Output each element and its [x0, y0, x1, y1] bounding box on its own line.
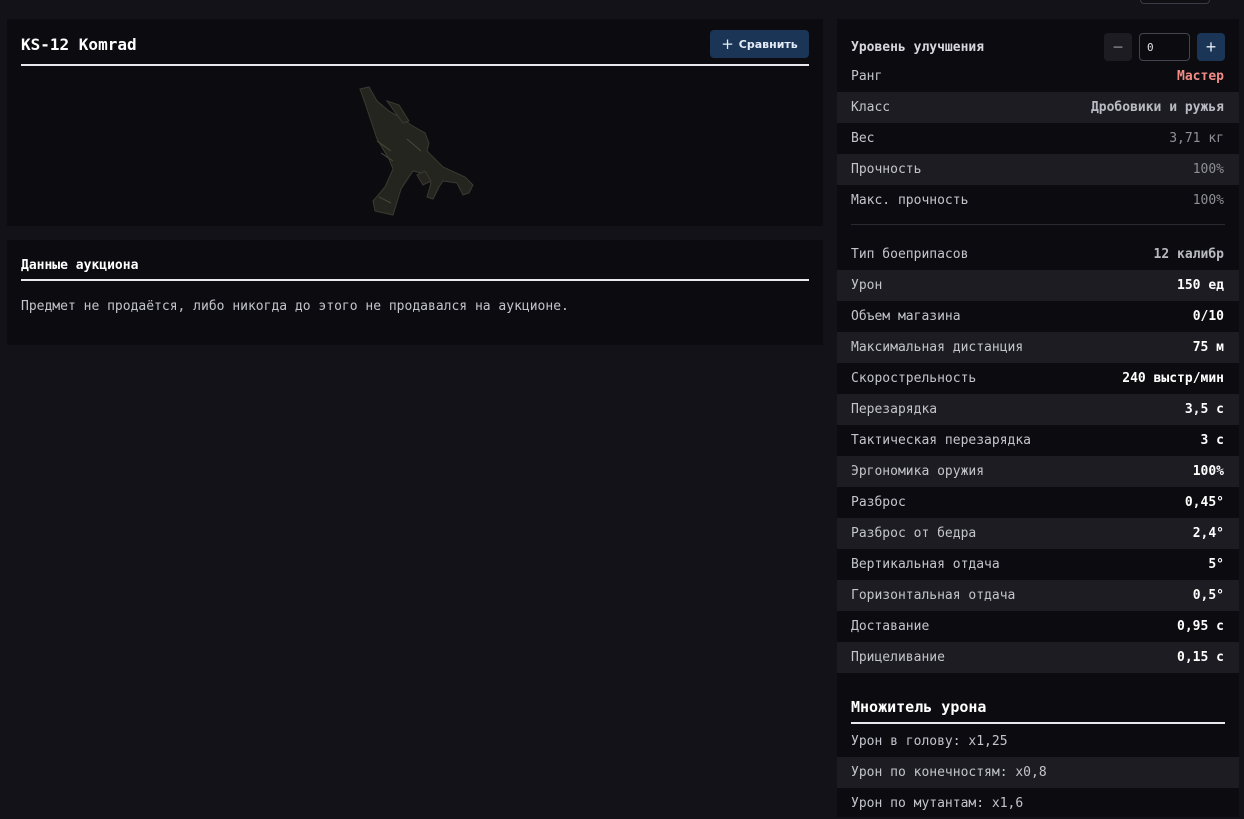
damage-multiplier-title: Множитель урона [851, 698, 987, 716]
multiplier-row: Урон по мутантам: x1,6 [837, 788, 1239, 819]
stat-label: Скорострельность [851, 371, 977, 386]
upgrade-decrease-button[interactable]: − [1104, 33, 1132, 61]
stat-label: Доставание [851, 619, 930, 634]
stat-label: Максимальная дистанция [851, 340, 1024, 355]
stat-value: 240 выстр/мин [1122, 371, 1224, 386]
stat-value: 150 ед [1177, 278, 1224, 293]
item-card: KS-12 Komrad + Сравнить [7, 19, 823, 226]
weapon-image [359, 86, 474, 216]
stat-label: Эргономика оружия [851, 464, 985, 479]
stat-value: 3 с [1200, 433, 1224, 448]
stat-label: Тип боеприпасов [851, 247, 969, 262]
top-search-field[interactable] [1140, 0, 1210, 4]
stat-row: Перезарядка 3,5 с [837, 394, 1239, 425]
plus-icon: + [721, 34, 734, 53]
stat-value: 3,5 с [1184, 402, 1224, 417]
upgrade-level-input[interactable] [1139, 33, 1190, 61]
stat-row: Тип боеприпасов 12 калибр [837, 239, 1239, 270]
stat-row: Вертикальная отдача 5° [837, 549, 1239, 580]
stat-label: Прочность [851, 162, 922, 177]
plus-icon: + [1205, 36, 1217, 57]
section-divider [851, 224, 1225, 225]
stat-row: Урон 150 ед [837, 270, 1239, 301]
auction-message: Предмет не продаётся, либо никогда до эт… [21, 299, 569, 314]
stat-label: Разброс [851, 495, 906, 510]
stat-label: Разброс от бедра [851, 526, 977, 541]
multiplier-row: Урон в голову: x1,25 [837, 726, 1239, 757]
stat-value: 0,15 с [1177, 650, 1224, 665]
stat-row-max-durability: Макс. прочность 100% [837, 185, 1239, 216]
stat-label: Тактическая перезарядка [851, 433, 1032, 448]
basic-stats-list: Ранг Мастер Класс Дробовики и ружья Вес … [837, 61, 1239, 216]
stat-value: 0,95 с [1177, 619, 1224, 634]
stat-value: 75 м [1192, 340, 1224, 355]
stat-value: 3,71 кг [1169, 131, 1224, 146]
multiplier-divider [851, 722, 1225, 724]
stat-value: 5° [1208, 557, 1224, 572]
stat-row: Объем магазина 0/10 [837, 301, 1239, 332]
stat-row: Разброс 0,45° [837, 487, 1239, 518]
damage-multiplier-list: Урон в голову: x1,25 Урон по конечностям… [837, 726, 1239, 819]
stat-label: Вес [851, 131, 875, 146]
stat-label: Вертикальная отдача [851, 557, 1000, 572]
stat-label: Урон [851, 278, 883, 293]
auction-title: Данные аукциона [21, 258, 139, 273]
multiplier-text: Урон по конечностям: x0,8 [851, 765, 1047, 780]
stat-label: Макс. прочность [851, 193, 969, 208]
stat-row: Тактическая перезарядка 3 с [837, 425, 1239, 456]
item-title: KS-12 Komrad [21, 35, 137, 54]
stat-row-durability: Прочность 100% [837, 154, 1239, 185]
multiplier-text: Урон в голову: x1,25 [851, 734, 1008, 749]
stat-row: Максимальная дистанция 75 м [837, 332, 1239, 363]
stat-label: Перезарядка [851, 402, 938, 417]
stat-value: Дробовики и ружья [1090, 100, 1224, 115]
stat-label: Объем магазина [851, 309, 961, 324]
weapon-stats-list: Тип боеприпасов 12 калибр Урон 150 ед Объе… [837, 239, 1239, 673]
stat-row: Горизонтальная отдача 0,5° [837, 580, 1239, 611]
stat-value: 0/10 [1192, 309, 1224, 324]
stat-row: Скорострельность 240 выстр/мин [837, 363, 1239, 394]
stat-row: Эргономика оружия 100% [837, 456, 1239, 487]
stats-panel: Уровень улучшения − + Ранг Мастер Класс … [837, 19, 1239, 817]
stat-value: 100% [1192, 162, 1224, 177]
stat-value: 12 калибр [1153, 247, 1224, 262]
stat-label: Горизонтальная отдача [851, 588, 1016, 603]
stat-label: Прицеливание [851, 650, 945, 665]
stat-value: 0,5° [1192, 588, 1224, 603]
stat-row: Доставание 0,95 с [837, 611, 1239, 642]
multiplier-text: Урон по мутантам: x1,6 [851, 796, 1024, 811]
stat-label: Класс [851, 100, 891, 115]
auction-divider [21, 279, 809, 281]
stat-row-weight: Вес 3,71 кг [837, 123, 1239, 154]
stat-value: Мастер [1177, 69, 1224, 84]
stat-label: Ранг [851, 69, 883, 84]
stat-row: Прицеливание 0,15 с [837, 642, 1239, 673]
stat-row-class: Класс Дробовики и ружья [837, 92, 1239, 123]
stat-value: 100% [1192, 193, 1224, 208]
stat-row-rank: Ранг Мастер [837, 61, 1239, 92]
upgrade-level-label: Уровень улучшения [851, 40, 985, 55]
stat-value: 100% [1192, 464, 1224, 479]
upgrade-level-control: Уровень улучшения − + [837, 32, 1239, 62]
minus-icon: − [1112, 36, 1124, 57]
compare-button[interactable]: + Сравнить [710, 30, 809, 58]
stat-value: 0,45° [1184, 495, 1224, 510]
auction-card: Данные аукциона Предмет не продаётся, ли… [7, 240, 823, 345]
stat-value: 2,4° [1192, 526, 1224, 541]
stat-row: Разброс от бедра 2,4° [837, 518, 1239, 549]
title-divider [21, 64, 809, 66]
multiplier-row: Урон по конечностям: x0,8 [837, 757, 1239, 788]
compare-button-label: Сравнить [738, 37, 798, 51]
upgrade-increase-button[interactable]: + [1197, 33, 1225, 61]
